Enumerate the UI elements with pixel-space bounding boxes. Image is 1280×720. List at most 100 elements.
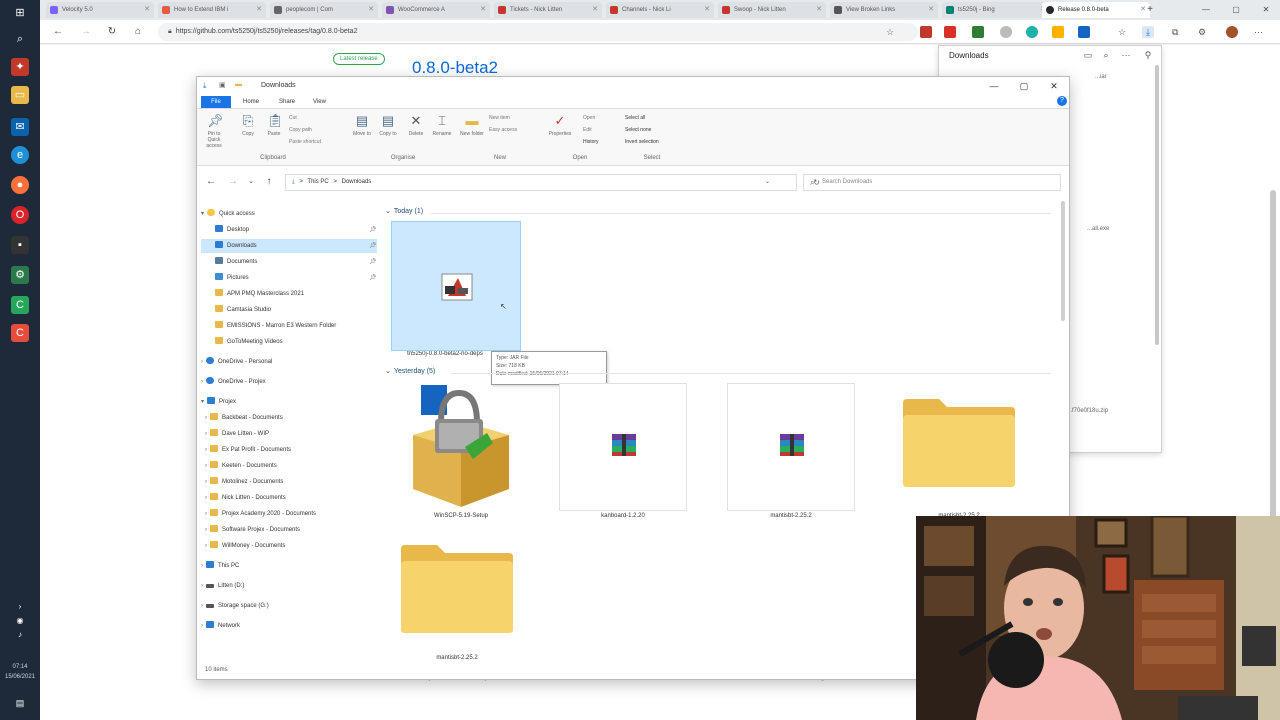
camtasia-icon[interactable]: C (11, 296, 29, 314)
breadcrumb[interactable]: ⤓ > This PC > Downloads ⌄ ↻ (285, 174, 820, 191)
nav-folder[interactable]: › Software Projex - Documents (205, 523, 300, 537)
content-scrollbar[interactable] (1061, 201, 1065, 321)
network-app-icon[interactable]: ⚙ (11, 266, 29, 284)
read-aloud-icon[interactable]: ☆ (886, 26, 898, 38)
browser-tab[interactable]: peoplecom | Com ✕ (270, 2, 378, 18)
edit-button[interactable]: Edit (583, 127, 592, 133)
clock-time[interactable]: 07:14 (0, 664, 40, 670)
downloads-scrollbar[interactable] (1155, 65, 1159, 345)
close-tab-icon[interactable]: ✕ (816, 2, 822, 18)
download-item-name[interactable]: ...all.exe (1087, 226, 1109, 232)
browser-tab[interactable]: ts5250j - Bing✕ (942, 2, 1050, 18)
recent-locations-icon[interactable]: ⌄ (245, 176, 257, 188)
nav-projex[interactable]: ▾ Projex (201, 395, 236, 409)
new-tab-icon[interactable]: + (1144, 4, 1156, 16)
cut-button[interactable]: Cut (289, 115, 297, 121)
nav-storage-space[interactable]: › Storage space (G:) (201, 599, 269, 613)
pin-icon[interactable]: ⚲ (1143, 50, 1153, 60)
nav-onedrive-projex[interactable]: › OneDrive - Projex (201, 375, 266, 389)
move-to-button[interactable]: ▤ Move to (349, 113, 375, 137)
breadcrumb-this-pc[interactable]: This PC (307, 179, 328, 185)
nav-folder[interactable]: › Keeten - Documents (205, 459, 277, 473)
new-item-button[interactable]: New item (489, 115, 510, 121)
close-tab-icon[interactable]: ✕ (480, 2, 486, 18)
file-tile[interactable] (727, 383, 855, 511)
chevron-down-icon[interactable]: ⌄ (765, 175, 770, 190)
download-item-name[interactable]: ...iar (1095, 74, 1107, 80)
extension-icon[interactable] (1078, 26, 1090, 38)
browser-tab[interactable]: Swoop - Nick Litten ✕ (718, 2, 826, 18)
nav-folder[interactable]: › Ex Pat Profit - Documents (205, 443, 291, 457)
nav-folder[interactable]: › Projex Academy 2020 - Documents (205, 507, 316, 521)
nav-folder[interactable]: › WillMoney - Documents (205, 539, 285, 553)
forward-icon[interactable]: → (80, 26, 92, 38)
settings-icon[interactable]: ⚙ (1198, 26, 1210, 38)
back-icon[interactable]: ← (205, 176, 217, 188)
maximize-icon[interactable]: ▢ (1017, 79, 1031, 93)
nav-litten-drive[interactable]: › Litten (D:) (201, 579, 244, 593)
help-icon[interactable]: ? (1057, 96, 1067, 106)
rename-button[interactable]: ⌶ Rename (429, 113, 455, 137)
invert-selection-button[interactable]: Invert selection (625, 139, 659, 145)
more-icon[interactable]: ⋯ (1121, 50, 1131, 60)
close-tab-icon[interactable]: ✕ (928, 2, 934, 18)
search-input[interactable]: ⌕ Search Downloads (803, 174, 1061, 191)
file-tile[interactable] (403, 383, 519, 509)
select-all-button[interactable]: Select all (625, 115, 645, 121)
nav-network[interactable]: › Network (201, 619, 240, 633)
minimize-icon[interactable]: — (1200, 4, 1212, 16)
tab-home[interactable]: Home (237, 96, 265, 108)
clock-date[interactable]: 15/06/2021 (0, 674, 40, 680)
browser-tab-active[interactable]: Release 0.8.0-beta ✕ (1042, 2, 1150, 18)
start-icon[interactable]: ⊞ (11, 4, 29, 22)
pin-quick-access-button[interactable]: 📌︎ Pin to Quick access (201, 113, 227, 149)
close-tab-icon[interactable]: ✕ (592, 2, 598, 18)
breadcrumb-downloads[interactable]: Downloads (342, 179, 372, 185)
nav-folder[interactable]: › Backbeat - Documents (205, 411, 283, 425)
back-icon[interactable]: ← (52, 26, 64, 38)
browser-tab[interactable]: WooCommerce A ✕ (382, 2, 490, 18)
pin-app-icon[interactable]: ✦ (11, 58, 29, 76)
folder-icon[interactable]: ▭ (1083, 50, 1093, 60)
snagit-icon[interactable]: C (11, 324, 29, 342)
tab-share[interactable]: Share (273, 96, 301, 108)
close-tab-icon[interactable]: ✕ (368, 2, 374, 18)
close-tab-icon[interactable]: ✕ (704, 2, 710, 18)
url-input[interactable]: 🔒︎ https://github.com/ts5250j/ts5250j/rel… (158, 23, 918, 41)
download-item-name[interactable]: ...f70e0f18u.zip (1067, 408, 1108, 414)
maximize-icon[interactable]: ▢ (1230, 4, 1242, 16)
copy-button[interactable]: ⎘ Copy (235, 113, 261, 137)
edge-icon[interactable]: e (11, 146, 29, 164)
browser-tab[interactable]: Velocity 5.0 ✕ (46, 2, 154, 18)
release-title[interactable]: 0.8.0-beta2 (412, 58, 498, 78)
file-name[interactable]: mantisbt-2.25.2 (727, 513, 855, 519)
file-name[interactable]: WinSCP-5.19-Setup (403, 513, 519, 519)
nav-documents[interactable]: Documents (215, 255, 257, 269)
extension-icon[interactable] (972, 26, 984, 38)
file-name[interactable]: kanboard-1.2.20 (559, 513, 687, 519)
file-name[interactable]: mantisbt-2.25.2 (397, 655, 517, 661)
file-tile-selected[interactable]: ↖ (391, 221, 521, 351)
quick-access-toolbar-icon[interactable]: ▣ (219, 81, 226, 89)
close-icon[interactable]: ✕ (1260, 4, 1272, 16)
history-button[interactable]: History (583, 139, 599, 145)
tab-file[interactable]: File (201, 96, 231, 108)
nav-pictures[interactable]: Pictures (215, 271, 249, 285)
browser-tab[interactable]: Channels - Nick Li ✕ (606, 2, 714, 18)
paste-shortcut-button[interactable]: Paste shortcut (289, 139, 321, 145)
nav-folder[interactable]: Camtasia Studio (215, 303, 271, 317)
nav-folder[interactable]: › Nick Litten - Documents (205, 491, 286, 505)
easy-access-button[interactable]: Easy access (489, 127, 517, 133)
nav-folder[interactable]: › Motolinez - Documents (205, 475, 283, 489)
select-none-button[interactable]: Select none (625, 127, 651, 133)
nav-this-pc[interactable]: › This PC (201, 559, 239, 573)
folder-tile[interactable] (397, 539, 517, 639)
nav-quick-access[interactable]: ▾ Quick access (201, 207, 255, 221)
extension-icon[interactable] (944, 26, 956, 38)
file-tile[interactable] (559, 383, 687, 511)
properties-button[interactable]: ✓ Properties (547, 113, 573, 137)
page-scrollbar[interactable] (1270, 190, 1276, 520)
search-icon[interactable]: ⌕ (1101, 50, 1111, 60)
new-folder-button[interactable]: ▬ New folder (459, 113, 485, 137)
search-icon[interactable]: ⌕ (11, 30, 29, 48)
